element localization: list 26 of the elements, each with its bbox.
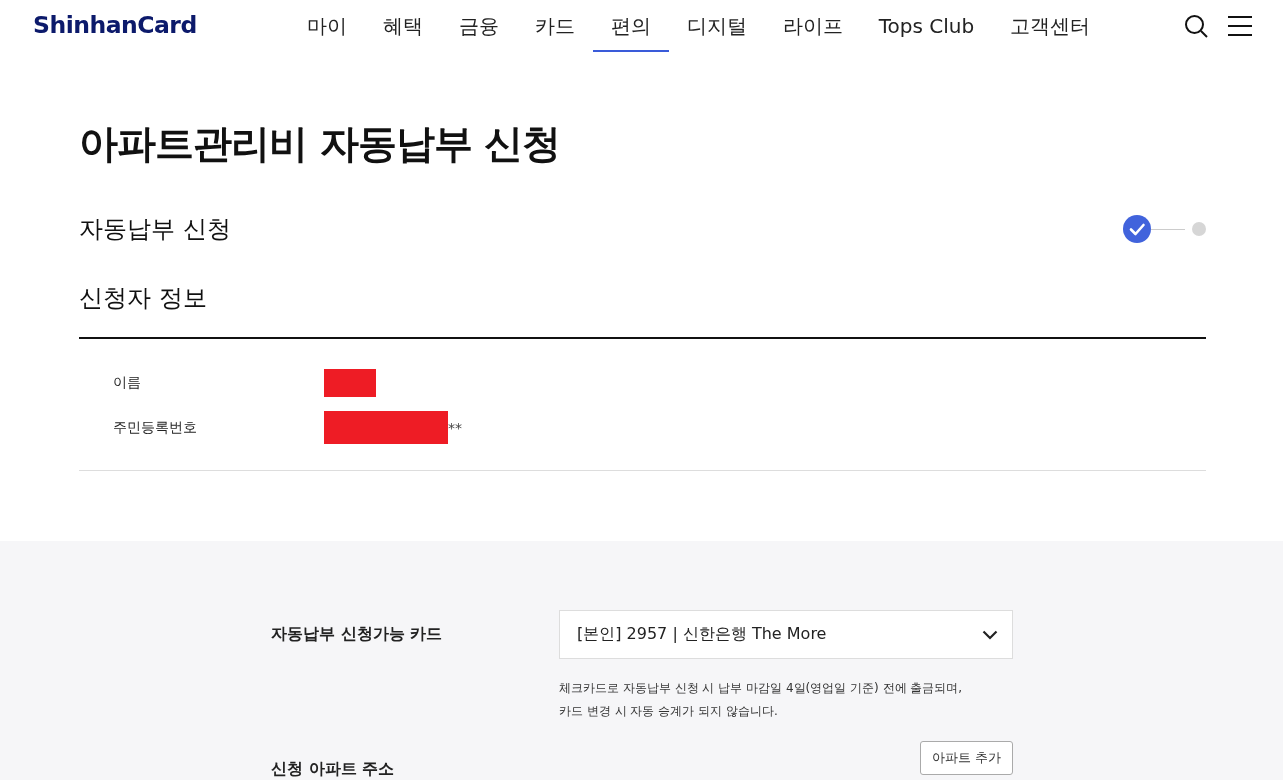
chevron-down-icon [982,629,998,640]
logo[interactable]: ShinhanCard [33,14,197,38]
card-label: 자동납부 신청가능 카드 [271,623,444,645]
nav-tab[interactable]: 금융 [440,0,517,52]
help-text: 카드 변경 시 자동 승계가 되지 않습니다. [559,703,779,720]
nav-tab[interactable]: 혜택 [364,0,441,52]
nav-tab[interactable]: 마이 [288,0,365,52]
search-icon[interactable] [1184,14,1208,38]
nav-tab[interactable]: 편의 [592,0,669,52]
step-connector [1151,228,1185,230]
menu-icon[interactable] [1228,14,1252,38]
masked-suffix: ** [448,419,462,436]
nav-tab[interactable]: 고객센터 [992,0,1109,52]
card-select[interactable]: [본인] 2957 | 신한은행 The More [559,610,1013,659]
nav-tab[interactable]: 디지털 [668,0,765,52]
add-apartment-button[interactable]: 아파트 추가 [920,741,1013,775]
nav-tab[interactable]: 라이프 [764,0,861,52]
nav-tab[interactable]: Tops Club [860,0,993,52]
help-text: 체크카드로 자동납부 신청 시 납부 마감일 4일(영업일 기준) 전에 출금되며, [559,680,964,697]
address-label: 신청 아파트 주소 [271,759,395,779]
field-label: 이름 [113,373,142,392]
page-title: 아파트관리비 자동납부 신청 [79,124,561,163]
section-title: 자동납부 신청 [79,217,231,241]
applicant-info-title: 신청자 정보 [79,286,207,310]
nav-tab[interactable]: 카드 [516,0,593,52]
field-label: 주민등록번호 [113,418,198,437]
